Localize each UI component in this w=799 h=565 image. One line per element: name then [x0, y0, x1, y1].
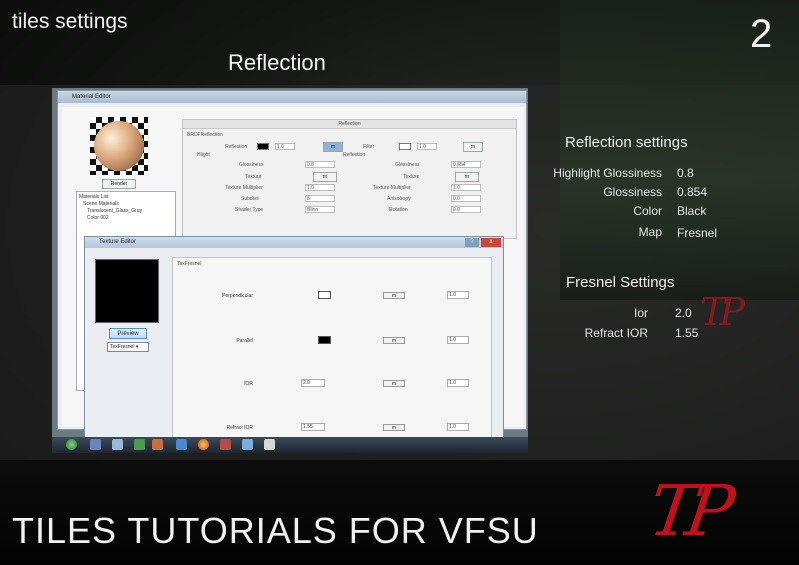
texture-multiplier-field[interactable]: 1.0: [451, 184, 481, 191]
help-button[interactable]: ?: [465, 238, 479, 247]
list-title: Materials List: [79, 194, 109, 200]
texture-editor-window: Texture Editor ? x Preview TexFresnel ▾ …: [84, 236, 504, 446]
hl-texture-button[interactable]: m: [313, 172, 337, 182]
list-item[interactable]: Color 002: [79, 215, 173, 222]
shader-type-label: Shader Type: [235, 207, 264, 213]
reflection-panel: Reflection BRDFReflection Reflection 1.0…: [182, 119, 517, 239]
refract-ior-map-button[interactable]: m: [383, 424, 405, 431]
filter-amount-field[interactable]: 1.0: [417, 143, 437, 150]
filter-color-swatch[interactable]: [399, 143, 411, 150]
render-button[interactable]: Render: [102, 179, 136, 189]
setting-value: 1.55: [675, 326, 699, 340]
ior-map-button[interactable]: m: [383, 380, 405, 387]
glossiness-field[interactable]: 0.854: [451, 161, 481, 168]
bottom-banner-title: TILES TUTORIALS FOR VFSU: [12, 510, 539, 551]
ior-label: IOR: [244, 381, 253, 387]
taskbar-app-icon[interactable]: [176, 439, 187, 450]
taskbar-app-icon[interactable]: [264, 439, 275, 450]
parallel-amount-field[interactable]: 1.0: [447, 336, 469, 344]
shader-type-select[interactable]: Blinn: [305, 206, 335, 213]
setting-value: Fresnel: [677, 226, 718, 240]
taskbar: [52, 437, 528, 453]
texture-editor-title: Texture Editor: [99, 239, 137, 245]
hlight-label: Hlight: [197, 152, 210, 158]
reflection-settings-heading: Reflection settings: [565, 134, 688, 151]
setting-value: 0.8: [677, 166, 694, 180]
tp-logo-small: TP: [700, 290, 745, 334]
parallel-map-button[interactable]: m: [383, 337, 405, 344]
parallel-color-swatch[interactable]: [318, 336, 331, 344]
perpendicular-amount-field[interactable]: 1.0: [447, 291, 469, 299]
filter-label: Filter: [363, 144, 375, 150]
taskbar-app-icon[interactable]: [152, 439, 163, 450]
browser-icon[interactable]: [198, 439, 209, 450]
hl-glossiness-field[interactable]: 0.8: [305, 161, 335, 168]
anisotropy-field[interactable]: 0.0: [451, 195, 481, 202]
slide-title: tiles settings: [12, 10, 128, 33]
reflection-panel-header: Reflection: [183, 120, 516, 129]
setting-value: 2.0: [675, 306, 692, 320]
subdivs-label: Subdivs: [241, 196, 259, 202]
material-preview: [90, 117, 148, 175]
texture-label: Texture: [245, 174, 262, 180]
hl-glossiness-label: Glossiness: [239, 162, 264, 168]
refract-ior-amount-field[interactable]: 1.0: [447, 423, 469, 431]
setting-value: Black: [677, 204, 707, 218]
tex-fresnel-panel: TexFresnel Perpendicular m 1.0 Parallel …: [172, 257, 492, 444]
glossiness-label: Glossiness: [395, 162, 420, 168]
parallel-label: Parallel: [236, 338, 253, 344]
brdf-title: BRDFReflection: [187, 132, 223, 138]
perpendicular-label: Perpendicular: [222, 293, 253, 299]
list-item[interactable]: Translucent_Glass_Gray: [79, 208, 173, 215]
texture-preview: [95, 259, 159, 323]
reflection-sub-label: Reflection: [343, 152, 366, 158]
texture-type-dropdown[interactable]: TexFresnel ▾: [107, 342, 149, 352]
texture-label: Texture: [403, 174, 420, 180]
preview-button[interactable]: Preview: [109, 328, 147, 339]
filter-map-button[interactable]: m: [463, 142, 483, 152]
rotation-label: Rotation: [389, 207, 408, 213]
texture-type-value: TexFresnel: [110, 344, 135, 350]
texture-button[interactable]: m: [455, 172, 479, 182]
start-icon[interactable]: [66, 439, 77, 450]
material-editor-titlebar: Material Editor: [58, 91, 526, 103]
reflection-amount-field[interactable]: 1.0: [275, 143, 295, 150]
taskbar-app-icon[interactable]: [220, 439, 231, 450]
reflection-label: Reflection: [225, 144, 248, 150]
refract-ior-label: Refract IOR: [226, 425, 253, 431]
section-title: Reflection: [228, 50, 326, 75]
ior-field[interactable]: 2.0: [301, 379, 325, 387]
texture-multiplier-label: Texture Multiplier: [225, 185, 263, 191]
tex-fresnel-title: TexFresnel: [177, 261, 202, 267]
tp-logo: TP: [644, 470, 730, 552]
rotation-field[interactable]: 0.0: [451, 206, 481, 213]
explorer-icon[interactable]: [90, 439, 101, 450]
close-button[interactable]: x: [481, 238, 501, 247]
ior-amount-field[interactable]: 1.0: [447, 379, 469, 387]
anisotropy-label: Anisotropy: [387, 196, 411, 202]
setting-value: 0.854: [677, 185, 708, 199]
reflection-color-swatch[interactable]: [257, 143, 269, 150]
reflection-map-button[interactable]: m: [323, 142, 343, 152]
subdivs-field[interactable]: 8: [305, 195, 335, 202]
hl-texture-multiplier-field[interactable]: 1.0: [305, 184, 335, 191]
software-screenshot: Material Editor Render Materials List Sc…: [52, 88, 528, 453]
texture-editor-titlebar: Texture Editor ? x: [85, 237, 503, 248]
fresnel-settings-heading: Fresnel Settings: [566, 274, 675, 291]
sphere-icon: [94, 121, 144, 171]
perpendicular-color-swatch[interactable]: [318, 291, 331, 299]
taskbar-app-icon[interactable]: [112, 439, 123, 450]
refract-ior-field[interactable]: 1.55: [301, 423, 325, 431]
page-number: 2: [750, 12, 773, 56]
taskbar-app-icon[interactable]: [134, 439, 145, 450]
taskbar-app-icon[interactable]: [242, 439, 253, 450]
texture-multiplier-label: Texture Multiplier: [373, 185, 411, 191]
list-item[interactable]: Scene Materials: [79, 201, 173, 208]
perpendicular-map-button[interactable]: m: [383, 292, 405, 299]
